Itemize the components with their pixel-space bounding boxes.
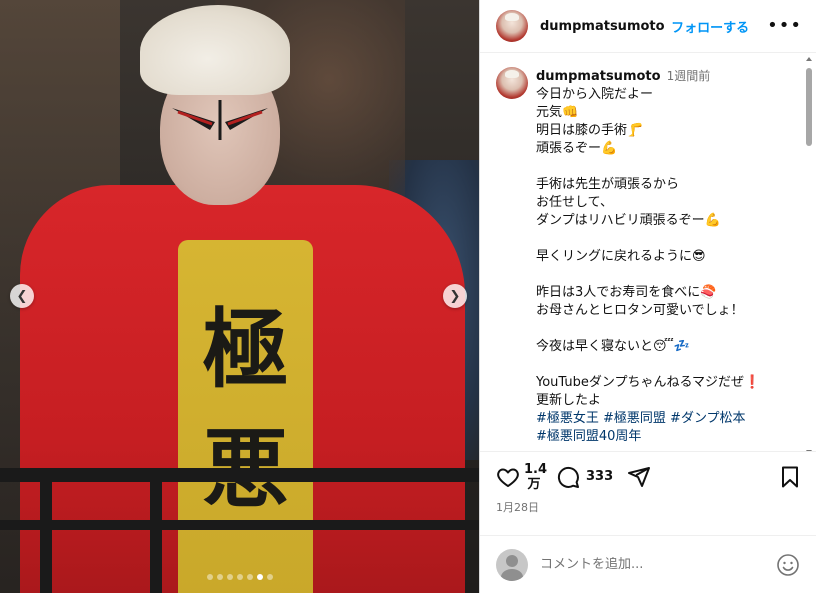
post-side-panel: dumpmatsumoto フォローする ••• dumpmatsumoto 1… (479, 0, 816, 593)
carousel-prev-button[interactable]: ❮ (10, 284, 34, 308)
blonde-hair (140, 5, 290, 95)
caption-line: 手術は先生が頑張るから (536, 177, 680, 192)
hashtags-line[interactable]: #極悪同盟40周年 (536, 428, 796, 446)
instagram-post: 極悪 ❮ ❯ dumpmatsumoto フォローする ••• dumpmats… (0, 0, 816, 593)
caption-line: 今夜は早く寝ないと😴💤 (536, 339, 691, 354)
caption-username[interactable]: dumpmatsumoto (536, 69, 661, 84)
face-paint (172, 100, 268, 140)
caption-line: 早くリングに戻れるように😎 (536, 249, 706, 264)
caption-line (536, 266, 796, 284)
emoji-icon[interactable] (776, 553, 800, 577)
avatar[interactable] (496, 10, 528, 42)
scroll-up-arrow-icon[interactable] (806, 57, 812, 61)
comment-button[interactable]: 333 (556, 465, 613, 489)
post-header: dumpmatsumoto フォローする ••• (480, 0, 816, 53)
caption-line: ダンプはリハビリ頑張るぞー💪 (536, 213, 721, 228)
scrollbar[interactable] (804, 53, 814, 451)
ring-rope-top (0, 468, 479, 482)
hashtags-line[interactable]: #極悪女王 #極悪同盟 #ダンプ松本 (536, 410, 796, 428)
carousel-dot (236, 574, 243, 580)
carousel-dot (206, 574, 213, 580)
carousel-dot (246, 574, 253, 580)
caption-line (536, 320, 796, 338)
save-button[interactable] (778, 465, 802, 489)
caption-avatar[interactable] (496, 67, 528, 99)
comment-count[interactable]: 333 (586, 469, 613, 484)
share-button[interactable] (627, 465, 651, 489)
scrollbar-thumb[interactable] (806, 68, 812, 146)
caption-line: 昨日は3人でお寿司を食べに🍣 (536, 285, 717, 300)
caption-line: 元気👊 (536, 105, 579, 120)
caption: dumpmatsumoto 1週間前 今日から入院だよー 元気👊 明日は膝の手術🦵 頑… (496, 67, 800, 446)
caption-line: YouTubeダンプちゃんねるマジだぜ❗ (536, 375, 761, 390)
like-button[interactable]: 1.4 万 (496, 461, 548, 492)
comment-bubble-icon (557, 466, 579, 488)
hashtags[interactable]: #極悪女王 #極悪同盟 #ダンプ松本 #極悪同盟40周年 (536, 410, 796, 446)
ring-rope-middle (0, 520, 479, 530)
caption-time[interactable]: 1週間前 (667, 67, 711, 84)
bookmark-icon (782, 466, 798, 487)
post-image[interactable]: 極悪 ❮ ❯ (0, 0, 479, 593)
caption-meta: dumpmatsumoto 1週間前 (536, 67, 796, 84)
more-options-icon[interactable]: ••• (767, 17, 802, 35)
follow-button[interactable]: フォローする (671, 17, 749, 36)
caption-line (536, 158, 796, 176)
caption-line: 頑張るぞー💪 (536, 141, 618, 156)
shirt-kanji: 極悪 (202, 299, 289, 520)
chevron-right-icon: ❯ (449, 288, 461, 304)
caption-line: 今日から入院だよー (536, 87, 654, 102)
carousel-indicator (0, 574, 479, 580)
current-user-avatar (496, 548, 528, 581)
send-icon (628, 466, 651, 487)
carousel-dot (216, 574, 223, 580)
caption-line (536, 356, 796, 374)
post-date[interactable]: 1月28日 (480, 501, 816, 523)
caption-line (536, 230, 796, 248)
carousel-dot (256, 574, 263, 580)
comment-input[interactable] (540, 557, 776, 572)
header-username[interactable]: dumpmatsumoto (540, 19, 665, 34)
caption-body: dumpmatsumoto 1週間前 今日から入院だよー 元気👊 明日は膝の手術🦵 頑… (536, 67, 796, 446)
carousel-next-button[interactable]: ❯ (443, 284, 467, 308)
caption-text: 今日から入院だよー 元気👊 明日は膝の手術🦵 頑張るぞー💪 手術は先生が頑張るから お任… (536, 86, 796, 410)
caption-line: 明日は膝の手術🦵 (536, 123, 644, 138)
wrestler-figure: 極悪 (0, 0, 479, 593)
like-count[interactable]: 1.4 万 (524, 461, 548, 492)
like-count-unit: 万 (527, 476, 541, 492)
chevron-left-icon: ❮ (16, 288, 28, 304)
scroll-down-arrow-icon[interactable] (806, 450, 812, 451)
caption-line: 更新したよ (536, 393, 602, 408)
add-comment-bar (480, 535, 816, 593)
comments-area[interactable]: dumpmatsumoto 1週間前 今日から入院だよー 元気👊 明日は膝の手術🦵 頑… (480, 53, 816, 451)
carousel-dot (266, 574, 273, 580)
like-count-number: 1.4 (524, 461, 548, 477)
carousel-dot (226, 574, 233, 580)
heart-icon (497, 468, 519, 487)
action-bar: 1.4 万 333 (480, 451, 816, 501)
caption-line: お母さんとヒロタン可愛いでしょ！ (536, 303, 744, 318)
caption-line: お任せして、 (536, 195, 613, 210)
